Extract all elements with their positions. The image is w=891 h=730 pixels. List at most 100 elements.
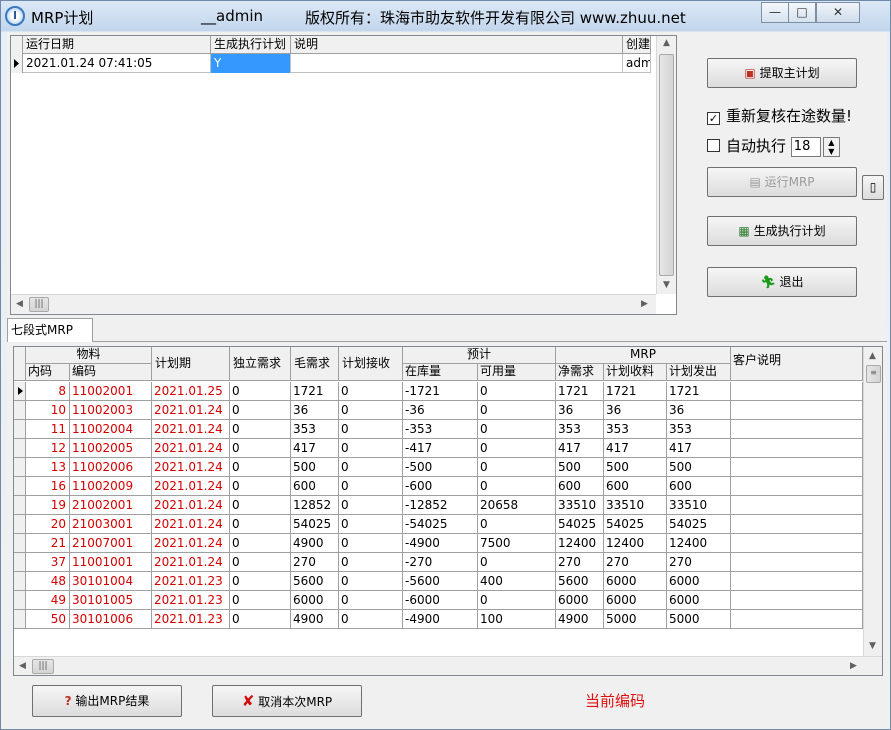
cell-note[interactable] (731, 439, 863, 458)
scroll-thumb[interactable] (659, 54, 674, 276)
cell-date[interactable]: 2021.01.24 (152, 553, 230, 572)
cell-creator[interactable]: admi (623, 54, 651, 73)
cell-recv[interactable]: 0 (339, 610, 403, 629)
header-gross-demand[interactable]: 毛需求 (291, 347, 339, 381)
cell-note[interactable] (731, 553, 863, 572)
cell-onhand[interactable]: -417 (403, 439, 478, 458)
cell-onhand[interactable]: -600 (403, 477, 478, 496)
col-run-date[interactable]: 运行日期 (23, 36, 211, 54)
cell-date[interactable]: 2021.01.24 (152, 496, 230, 515)
cell-prcv[interactable]: 353 (604, 420, 667, 439)
cell-code[interactable]: 11002003 (70, 401, 152, 420)
cell-prcv[interactable]: 12400 (604, 534, 667, 553)
cell-pissue[interactable]: 500 (667, 458, 731, 477)
cell-code[interactable]: 11002004 (70, 420, 152, 439)
cell-ind[interactable]: 0 (230, 591, 291, 610)
cell-ind[interactable]: 0 (230, 477, 291, 496)
cell-inner[interactable]: 13 (26, 458, 70, 477)
scroll-thumb[interactable]: ||| (29, 297, 49, 312)
header-available[interactable]: 可用量 (478, 364, 556, 381)
table-row[interactable]: 50 30101006 2021.01.23 0 4900 0 -4900 100 4900 50… (14, 610, 863, 629)
cell-code[interactable]: 21007001 (70, 534, 152, 553)
cell-pissue[interactable]: 6000 (667, 591, 731, 610)
table-row[interactable]: 21 21007001 2021.01.24 0 4900 0 -4900 7500 12400… (14, 534, 863, 553)
cell-onhand[interactable]: -1721 (403, 382, 478, 401)
row-indicator-icon[interactable] (14, 382, 26, 401)
cell-run-date[interactable]: 2021.01.24 07:41:05 (23, 54, 211, 73)
cell-date[interactable]: 2021.01.23 (152, 591, 230, 610)
cell-onhand[interactable]: -270 (403, 553, 478, 572)
cell-inner[interactable]: 19 (26, 496, 70, 515)
cell-note[interactable] (731, 496, 863, 515)
run-history-row[interactable]: 2021.01.24 07:41:05 Y admi (11, 54, 651, 73)
export-mrp-button[interactable]: ? 输出MRP结果 (32, 685, 182, 717)
cell-ind[interactable]: 0 (230, 553, 291, 572)
cell-recv[interactable]: 0 (339, 572, 403, 591)
scroll-down-icon[interactable]: ▼ (869, 641, 876, 651)
cell-pissue[interactable]: 270 (667, 553, 731, 572)
close-button[interactable]: ✕ (816, 2, 860, 23)
run-history-vscroll[interactable]: ▲ ▼ (656, 36, 676, 294)
row-header[interactable] (14, 610, 26, 629)
cell-ind[interactable]: 0 (230, 534, 291, 553)
cell-ind[interactable]: 0 (230, 610, 291, 629)
cell-date[interactable]: 2021.01.25 (152, 382, 230, 401)
cell-note[interactable] (731, 610, 863, 629)
recheck-transit-checkbox[interactable]: ✓ 重新复核在途数量! (707, 105, 852, 126)
cell-gross[interactable]: 353 (291, 420, 339, 439)
cell-gross[interactable]: 1721 (291, 382, 339, 401)
cell-onhand[interactable]: -4900 (403, 534, 478, 553)
row-header[interactable] (14, 534, 26, 553)
cell-net[interactable]: 500 (556, 458, 604, 477)
cell-ind[interactable]: 0 (230, 515, 291, 534)
cell-gross[interactable]: 36 (291, 401, 339, 420)
cell-pissue[interactable]: 33510 (667, 496, 731, 515)
cell-date[interactable]: 2021.01.24 (152, 420, 230, 439)
cell-avail[interactable]: 7500 (478, 534, 556, 553)
cell-code[interactable]: 30101005 (70, 591, 152, 610)
cell-note[interactable] (731, 591, 863, 610)
cell-ind[interactable]: 0 (230, 382, 291, 401)
cell-gross[interactable]: 417 (291, 439, 339, 458)
cell-inner[interactable]: 21 (26, 534, 70, 553)
mrp-vscroll[interactable]: ▲ ≡ ▼ (863, 347, 882, 657)
row-header[interactable] (14, 515, 26, 534)
cell-onhand[interactable]: -36 (403, 401, 478, 420)
cell-net[interactable]: 417 (556, 439, 604, 458)
cell-recv[interactable]: 0 (339, 496, 403, 515)
cell-net[interactable]: 5600 (556, 572, 604, 591)
header-inner-code[interactable]: 内码 (26, 364, 70, 381)
cell-date[interactable]: 2021.01.24 (152, 534, 230, 553)
cell-avail[interactable]: 0 (478, 382, 556, 401)
cell-gross[interactable]: 600 (291, 477, 339, 496)
cell-net[interactable]: 12400 (556, 534, 604, 553)
table-row[interactable]: 20 21003001 2021.01.24 0 54025 0 -54025 0 54025 5… (14, 515, 863, 534)
scroll-thumb[interactable]: ≡ (866, 365, 881, 383)
cell-date[interactable]: 2021.01.24 (152, 401, 230, 420)
cancel-mrp-button[interactable]: ✘ 取消本次MRP (212, 685, 362, 717)
cell-ind[interactable]: 0 (230, 401, 291, 420)
scroll-thumb[interactable]: ||| (32, 659, 54, 674)
cell-prcv[interactable]: 33510 (604, 496, 667, 515)
cell-date[interactable]: 2021.01.23 (152, 572, 230, 591)
title-bar[interactable]: MRP计划 __admin 版权所有：珠海市助友软件开发有限公司 www.zhu… (1, 1, 890, 31)
cell-onhand[interactable]: -54025 (403, 515, 478, 534)
cell-onhand[interactable]: -6000 (403, 591, 478, 610)
cell-code[interactable]: 21003001 (70, 515, 152, 534)
cell-prcv[interactable]: 6000 (604, 591, 667, 610)
cell-inner[interactable]: 49 (26, 591, 70, 610)
scroll-up-icon[interactable]: ▲ (663, 38, 670, 48)
cell-recv[interactable]: 0 (339, 401, 403, 420)
cell-onhand[interactable]: -353 (403, 420, 478, 439)
row-header[interactable] (14, 420, 26, 439)
cell-net[interactable]: 33510 (556, 496, 604, 515)
cell-code[interactable]: 11002006 (70, 458, 152, 477)
cell-avail[interactable]: 100 (478, 610, 556, 629)
cell-prcv[interactable]: 270 (604, 553, 667, 572)
cell-recv[interactable]: 0 (339, 458, 403, 477)
cell-code[interactable]: 21002001 (70, 496, 152, 515)
cell-gross[interactable]: 5600 (291, 572, 339, 591)
exit-button[interactable]: 🏃︎ 退出 (707, 267, 857, 297)
cell-recv[interactable]: 0 (339, 420, 403, 439)
cell-recv[interactable]: 0 (339, 439, 403, 458)
